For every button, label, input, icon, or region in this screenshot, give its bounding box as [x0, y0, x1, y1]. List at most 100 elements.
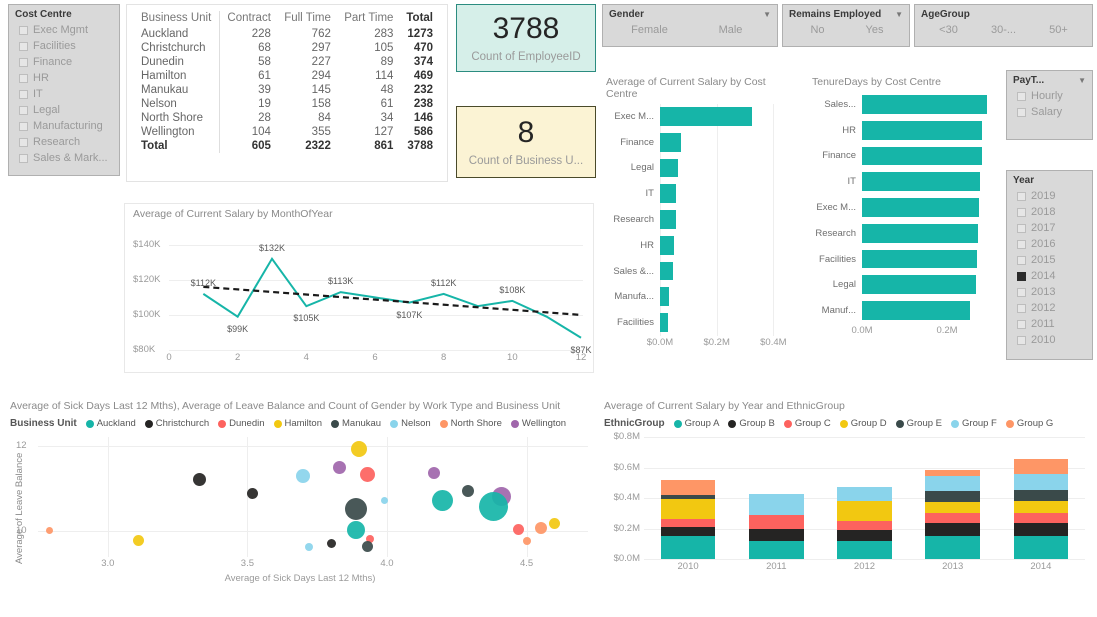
bar-segment[interactable] — [1013, 523, 1069, 537]
slicer-item-2018[interactable]: 2018 — [1013, 204, 1086, 220]
bar-segment[interactable] — [925, 501, 981, 513]
bar-segment[interactable] — [748, 540, 804, 559]
slicer-item-female[interactable]: Female — [609, 22, 690, 38]
bar[interactable] — [862, 120, 983, 140]
bar[interactable] — [862, 275, 976, 295]
stacked-bar[interactable] — [1013, 437, 1069, 559]
bar-segment[interactable] — [1013, 536, 1069, 559]
legend-item[interactable]: Group F — [951, 418, 997, 429]
chart-tenuredays-by-cost-centre[interactable]: TenureDays by Cost Centre Sales... HR Fina… — [810, 74, 1002, 360]
bubble[interactable] — [333, 460, 347, 474]
bubble[interactable] — [193, 472, 207, 486]
table-row[interactable]: Wellington 104 355 127 586 — [135, 125, 439, 139]
bubble[interactable] — [247, 488, 259, 500]
col-total[interactable]: Total — [399, 11, 439, 27]
legend-item[interactable]: Group E — [895, 418, 942, 429]
bubble[interactable] — [512, 523, 524, 535]
bubble[interactable] — [326, 538, 336, 548]
stacked-bar[interactable] — [925, 437, 981, 559]
table-row[interactable]: Nelson 19 158 61 238 — [135, 97, 439, 111]
chart-legend[interactable]: EthnicGroup Group A Group B Group C Group D… — [600, 418, 1093, 429]
stacked-bar[interactable] — [748, 437, 804, 559]
checkbox-icon[interactable] — [1017, 335, 1026, 345]
bar[interactable] — [862, 301, 971, 320]
checkbox-icon[interactable] — [1017, 191, 1026, 201]
bubble[interactable] — [345, 498, 368, 520]
checkbox-icon[interactable] — [1017, 319, 1026, 329]
bar-segment[interactable] — [925, 490, 981, 502]
slicer-year[interactable]: Year 2019 2018 2017 2016 2015 2014 2013 … — [1006, 170, 1093, 360]
bar[interactable] — [660, 107, 753, 126]
checkbox-icon[interactable] — [1017, 239, 1026, 249]
bubble[interactable] — [359, 467, 375, 483]
slicer-cost-centre[interactable]: Cost Centre Exec Mgmt Facilities Finance… — [8, 4, 120, 176]
chart-sickdays-leavebalance-bubble[interactable]: Average of Sick Days Last 12 Mths), Aver… — [4, 396, 596, 610]
bubble[interactable] — [351, 441, 368, 457]
slicer-item-yes[interactable]: Yes — [846, 22, 903, 38]
slicer-item-30to49[interactable]: 30-... — [976, 22, 1031, 38]
legend-item[interactable]: Group C — [783, 418, 831, 429]
slicer-item-2017[interactable]: 2017 — [1013, 220, 1086, 236]
checkbox-icon[interactable] — [19, 137, 28, 147]
slicer-pay-type-list[interactable]: Hourly Salary — [1013, 88, 1086, 120]
table-row[interactable]: Hamilton 61 294 114 469 — [135, 69, 439, 83]
checkbox-icon[interactable] — [19, 73, 28, 83]
chart-legend[interactable]: Business Unit Auckland Christchurch Dunedi… — [4, 418, 596, 429]
bubble[interactable] — [133, 535, 144, 547]
legend-item[interactable]: Dunedin — [218, 418, 265, 429]
slicer-item-2012[interactable]: 2012 — [1013, 300, 1086, 316]
slicer-item-salary[interactable]: Salary — [1013, 104, 1086, 120]
table-row[interactable]: Christchurch 68 297 105 470 — [135, 41, 439, 55]
slicer-remains-employed-list[interactable]: No Yes — [789, 22, 903, 38]
slicer-item-finance[interactable]: Finance — [15, 54, 113, 70]
bar-segment[interactable] — [748, 493, 804, 516]
stacked-bar[interactable] — [837, 437, 892, 559]
slicer-item-facilities[interactable]: Facilities — [15, 38, 113, 54]
checkbox-icon[interactable] — [19, 89, 28, 99]
bar[interactable] — [862, 95, 987, 114]
bar[interactable] — [660, 158, 679, 178]
slicer-item-exec-mgmt[interactable]: Exec Mgmt — [15, 22, 113, 38]
bar-segment[interactable] — [660, 518, 716, 527]
slicer-gender-list[interactable]: Female Male — [609, 22, 771, 38]
bar-segment[interactable] — [660, 536, 716, 559]
bar-segment[interactable] — [925, 522, 981, 536]
legend-item[interactable]: Nelson — [390, 418, 431, 429]
checkbox-icon[interactable] — [1017, 303, 1026, 313]
slicer-gender[interactable]: Gender ▼ Female Male — [602, 4, 778, 47]
bar-segment[interactable] — [925, 535, 981, 559]
bar-segment[interactable] — [837, 530, 892, 542]
slicer-item-50plus[interactable]: 50+ — [1031, 22, 1086, 38]
bar[interactable] — [660, 132, 681, 152]
bar[interactable] — [660, 261, 674, 281]
legend-item[interactable]: Auckland — [85, 418, 136, 429]
slicer-item-hr[interactable]: HR — [15, 70, 113, 86]
slicer-pay-type[interactable]: PayT... ▼ Hourly Salary — [1006, 70, 1093, 140]
bar-segment[interactable] — [660, 480, 716, 495]
bar-segment[interactable] — [748, 515, 804, 530]
chart-salary-by-year-ethnicgroup[interactable]: Average of Current Salary by Year and Et… — [600, 396, 1093, 610]
kpi-card-employee-count[interactable]: 3788 Count of EmployeeID — [456, 4, 596, 72]
bar[interactable] — [862, 223, 979, 243]
col-full-time[interactable]: Full Time — [277, 11, 337, 27]
slicer-item-manufacturing[interactable]: Manufacturing — [15, 118, 113, 134]
bar[interactable] — [862, 146, 983, 166]
bar[interactable] — [660, 287, 669, 307]
slicer-item-2014[interactable]: 2014 — [1013, 268, 1086, 284]
slicer-item-research[interactable]: Research — [15, 134, 113, 150]
slicer-item-legal[interactable]: Legal — [15, 102, 113, 118]
bar-segment[interactable] — [837, 500, 892, 521]
bubble[interactable] — [428, 467, 441, 480]
checkbox-icon[interactable] — [19, 57, 28, 67]
bar[interactable] — [660, 313, 668, 332]
slicer-item-2016[interactable]: 2016 — [1013, 236, 1086, 252]
bubble[interactable] — [534, 522, 547, 535]
bar-segment[interactable] — [925, 476, 981, 491]
slicer-item-2013[interactable]: 2013 — [1013, 284, 1086, 300]
bubble[interactable] — [347, 520, 366, 539]
legend-item[interactable]: Manukau — [331, 418, 381, 429]
checkbox-icon[interactable] — [1017, 207, 1026, 217]
slicer-item-2011[interactable]: 2011 — [1013, 316, 1086, 332]
bar-segment[interactable] — [660, 526, 716, 537]
bar-segment[interactable] — [1013, 458, 1069, 474]
